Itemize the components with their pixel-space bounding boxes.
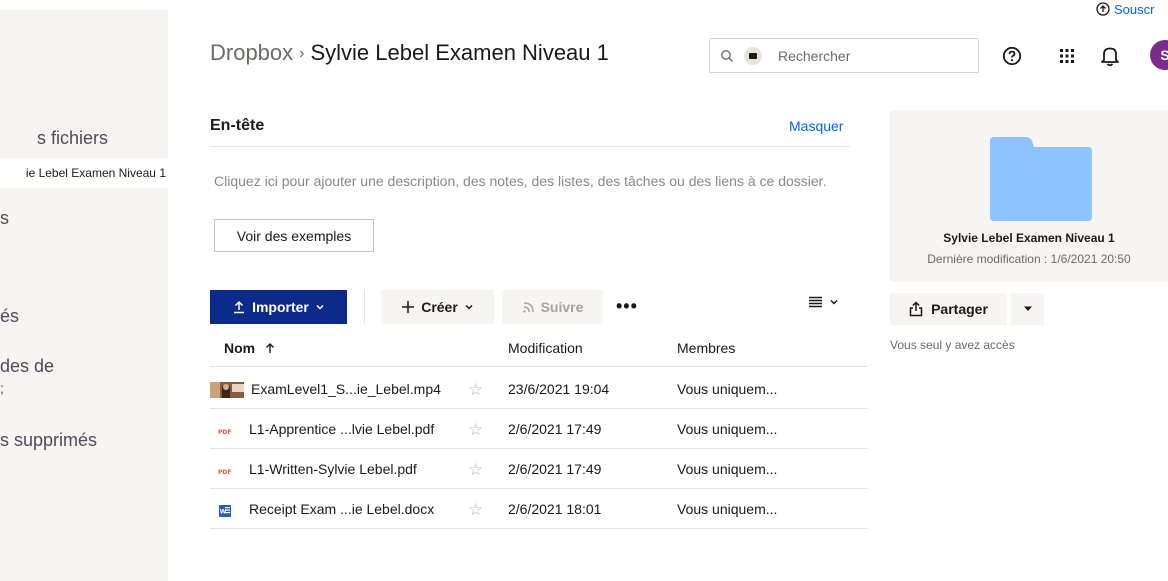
search-input[interactable]: Rechercher bbox=[709, 38, 979, 73]
toolbar-divider bbox=[364, 290, 365, 324]
search-placeholder: Rechercher bbox=[778, 47, 851, 64]
table-row[interactable]: PDF L1-Written-Sylvie Lebel.pdf ☆ 2/6/20… bbox=[210, 450, 868, 489]
star-icon[interactable]: ☆ bbox=[468, 380, 483, 400]
sidebar-item-label: s supprimés bbox=[0, 430, 98, 450]
subscribe-link[interactable]: Souscr bbox=[1096, 2, 1154, 17]
folder-preview: Sylvie Lebel Examen Niveau 1 Dernière mo… bbox=[890, 110, 1168, 282]
share-icon bbox=[909, 301, 923, 317]
file-name[interactable]: L1-Written-Sylvie Lebel.pdf bbox=[249, 461, 417, 477]
sidebar-item-label: s fichiers bbox=[36, 128, 108, 148]
header-divider bbox=[210, 366, 868, 367]
avatar[interactable]: S bbox=[1150, 40, 1168, 70]
upload-icon bbox=[234, 300, 245, 314]
plus-icon bbox=[402, 301, 415, 313]
bell-icon bbox=[1098, 44, 1122, 68]
share-options-button[interactable] bbox=[1011, 293, 1044, 325]
pdf-icon: PDF bbox=[218, 429, 231, 436]
file-name[interactable]: L1-Apprentice ...lvie Lebel.pdf bbox=[249, 421, 434, 437]
word-doc-icon: W bbox=[219, 505, 231, 517]
file-members: Vous uniquem... bbox=[677, 501, 778, 517]
star-icon[interactable]: ☆ bbox=[468, 460, 483, 480]
pdf-icon: PDF bbox=[218, 469, 231, 476]
hide-link[interactable]: Masquer bbox=[789, 118, 843, 134]
section-title: En-tête bbox=[210, 117, 265, 134]
help-icon bbox=[1000, 44, 1024, 68]
view-options-button[interactable] bbox=[808, 296, 839, 308]
svg-text:W: W bbox=[220, 509, 227, 516]
folder-last-modified: Dernière modification : 1/6/2021 20:50 bbox=[927, 252, 1131, 266]
apps-button[interactable] bbox=[1055, 42, 1079, 70]
follow-label: Suivre bbox=[540, 299, 584, 315]
access-info: Vous seul y avez accès bbox=[890, 338, 1015, 352]
chevron-down-icon bbox=[830, 299, 838, 305]
svg-text:PDF: PDF bbox=[218, 469, 231, 476]
breadcrumb: Dropbox › Sylvie Lebel Examen Niveau 1 bbox=[210, 40, 609, 66]
sidebar-item-5[interactable]: des de bbox=[0, 356, 54, 377]
star-icon[interactable]: ☆ bbox=[468, 420, 483, 440]
svg-text:PDF: PDF bbox=[218, 429, 231, 436]
table-row[interactable]: ExamLevel1_S...ie_Lebel.mp4 ☆ 23/6/2021 … bbox=[210, 370, 868, 409]
sort-ascending-icon bbox=[266, 343, 275, 353]
chevron-down-icon bbox=[465, 304, 473, 310]
file-modified: 2/6/2021 18:01 bbox=[508, 501, 602, 517]
notifications-button[interactable] bbox=[1098, 42, 1122, 70]
folder-scope-icon[interactable] bbox=[744, 46, 762, 65]
column-header-name[interactable]: Nom bbox=[224, 340, 276, 356]
divider bbox=[210, 146, 850, 147]
sidebar-item-label: s bbox=[0, 208, 9, 228]
file-modified: 2/6/2021 17:49 bbox=[508, 461, 602, 477]
create-label: Créer bbox=[421, 299, 458, 315]
subscribe-label: Souscr bbox=[1114, 2, 1155, 17]
follow-button[interactable]: Suivre bbox=[502, 290, 603, 324]
file-members: Vous uniquem... bbox=[677, 381, 778, 397]
table-row[interactable]: PDF L1-Apprentice ...lvie Lebel.pdf ☆ 2/… bbox=[210, 410, 868, 449]
sidebar-item-label: ie Lebel Examen Niveau 1 bbox=[25, 166, 166, 180]
sidebar-item-label: és bbox=[0, 306, 20, 326]
search-icon bbox=[721, 49, 733, 62]
sidebar-item-3[interactable]: s bbox=[0, 208, 9, 229]
breadcrumb-root[interactable]: Dropbox bbox=[210, 40, 293, 65]
folder-description-prompt[interactable]: Cliquez ici pour ajouter une description… bbox=[214, 172, 834, 190]
sidebar-item-label: des de bbox=[0, 356, 55, 376]
file-members: Vous uniquem... bbox=[677, 461, 778, 477]
import-label: Importer bbox=[252, 299, 309, 315]
page-title: Sylvie Lebel Examen Niveau 1 bbox=[310, 40, 609, 65]
caret-down-icon bbox=[1023, 306, 1032, 311]
rss-icon bbox=[522, 301, 534, 313]
sidebar-item-current-folder[interactable]: ie Lebel Examen Niveau 1 bbox=[0, 158, 168, 188]
import-button[interactable]: Importer bbox=[210, 290, 347, 324]
video-thumbnail bbox=[210, 382, 244, 398]
see-examples-button[interactable]: Voir des exemples bbox=[214, 219, 374, 252]
folder-name: Sylvie Lebel Examen Niveau 1 bbox=[943, 231, 1115, 245]
create-button[interactable]: Créer bbox=[381, 290, 494, 324]
sidebar: s fichiers ie Lebel Examen Niveau 1 s és… bbox=[0, 10, 168, 581]
breadcrumb-separator: › bbox=[299, 45, 305, 62]
share-label: Partager bbox=[931, 301, 988, 317]
sidebar-item-label: ; bbox=[0, 380, 4, 396]
chevron-down-icon bbox=[316, 304, 324, 310]
table-row[interactable]: W Receipt Exam ...ie Lebel.docx ☆ 2/6/20… bbox=[210, 490, 868, 529]
share-button[interactable]: Partager bbox=[890, 293, 1007, 325]
file-modified: 23/6/2021 19:04 bbox=[508, 381, 610, 397]
star-icon[interactable]: ☆ bbox=[468, 500, 483, 520]
sidebar-item-4[interactable]: és bbox=[0, 306, 19, 327]
file-modified: 2/6/2021 17:49 bbox=[508, 421, 602, 437]
help-button[interactable] bbox=[1000, 42, 1024, 70]
column-header-label: Nom bbox=[224, 340, 256, 356]
folder-icon bbox=[990, 137, 1092, 221]
sidebar-item-5-cont: ; bbox=[0, 380, 4, 396]
file-members: Vous uniquem... bbox=[677, 421, 778, 437]
list-view-icon bbox=[809, 296, 822, 308]
sidebar-item-deleted[interactable]: s supprimés bbox=[0, 430, 97, 451]
more-options-button[interactable]: ••• bbox=[616, 296, 638, 317]
file-name[interactable]: ExamLevel1_S...ie_Lebel.mp4 bbox=[251, 381, 441, 397]
grid-icon bbox=[1055, 44, 1079, 68]
file-name[interactable]: Receipt Exam ...ie Lebel.docx bbox=[249, 501, 434, 517]
upgrade-icon bbox=[1096, 2, 1110, 16]
column-header-modified[interactable]: Modification bbox=[508, 340, 583, 356]
column-header-members[interactable]: Membres bbox=[677, 340, 735, 356]
